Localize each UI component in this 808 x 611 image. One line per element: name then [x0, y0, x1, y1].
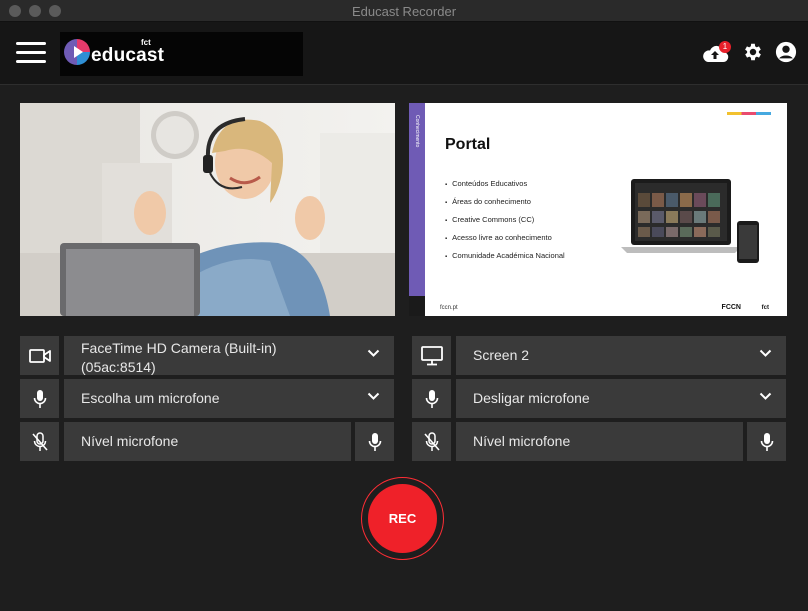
- chevron-down-icon: [759, 349, 772, 357]
- microphone-icon: [425, 389, 438, 408]
- screen-mic-level: Nível microfone: [456, 422, 743, 461]
- screen-mic-select[interactable]: Desligar microfone: [456, 379, 786, 418]
- slide-color-strip: [727, 112, 771, 115]
- slide-bullet: Comunidade Académica Nacional: [445, 251, 565, 269]
- slide-side-label: Conhecimento: [414, 115, 420, 148]
- screen-select[interactable]: Screen 2: [456, 336, 786, 375]
- logo: educast fct: [60, 32, 303, 76]
- slide-bullet: Conteúdos Educativos: [445, 179, 565, 197]
- window-title: Educast Recorder: [351, 4, 457, 19]
- slide-bullet: Acesso livre ao conhecimento: [445, 233, 565, 251]
- slide-brand-fct: fct: [761, 305, 769, 311]
- screen-preview: Conhecimento Portal Conteúdos Educativos…: [409, 103, 787, 316]
- microphone-icon: [368, 432, 381, 451]
- camera-mute-button[interactable]: [20, 422, 59, 461]
- slide-bullet: Áreas do conhecimento: [445, 197, 565, 215]
- chevron-down-icon: [367, 349, 380, 357]
- monitor-icon: [420, 345, 443, 365]
- microphone-off-icon: [423, 431, 440, 451]
- educast-logo-icon: [64, 39, 90, 65]
- screen-mute-button[interactable]: [412, 422, 451, 461]
- slide-footer-url: fccn.pt: [440, 305, 458, 311]
- camera-device-name: FaceTime HD Camera (Built-in): [81, 340, 277, 356]
- logo-fct: fct: [141, 38, 151, 47]
- account-icon[interactable]: [775, 41, 797, 63]
- slide-bullets: Conteúdos Educativos Áreas do conhecimen…: [445, 179, 565, 269]
- camera-source-button[interactable]: [20, 336, 59, 375]
- camera-mic-button[interactable]: [20, 379, 59, 418]
- window-titlebar: Educast Recorder: [0, 0, 808, 22]
- camera-mic-test-button[interactable]: [355, 422, 394, 461]
- record-button[interactable]: REC: [361, 477, 444, 560]
- screen-mic-test-button[interactable]: [747, 422, 786, 461]
- camera-mic-select[interactable]: Escolha um microfone: [64, 379, 394, 418]
- video-camera-icon: [28, 348, 51, 363]
- camera-device-id: (05ac:8514): [81, 359, 156, 375]
- camera-mic-label: Escolha um microfone: [81, 390, 220, 406]
- screen-mic-button[interactable]: [412, 379, 451, 418]
- screen-mic-label: Desligar microfone: [473, 390, 590, 406]
- gear-icon[interactable]: [742, 41, 764, 63]
- slide-brand: FCCN: [721, 304, 741, 311]
- camera-mic-level: Nível microfone: [64, 422, 351, 461]
- microphone-icon: [33, 389, 46, 408]
- slide-bullet: Creative Commons (CC): [445, 215, 565, 233]
- camera-feed-image: [20, 103, 395, 316]
- laptop-mockup-image: [621, 179, 759, 263]
- microphone-icon: [760, 432, 773, 451]
- menu-icon[interactable]: [16, 42, 46, 64]
- chevron-down-icon: [759, 392, 772, 400]
- slide-title: Portal: [445, 136, 491, 153]
- camera-preview: [20, 103, 395, 316]
- camera-mic-level-label: Nível microfone: [81, 433, 179, 449]
- screen-source-label: Screen 2: [473, 347, 530, 363]
- microphone-off-icon: [31, 431, 48, 451]
- screen-mic-level-label: Nível microfone: [473, 433, 571, 449]
- screen-source-button[interactable]: [412, 336, 451, 375]
- chevron-down-icon: [367, 392, 380, 400]
- slide-corner-mark: [409, 296, 425, 316]
- upload-count-badge: 1: [719, 41, 731, 53]
- camera-select[interactable]: FaceTime HD Camera (Built-in) (05ac:8514…: [64, 336, 394, 375]
- record-button-label: REC: [368, 484, 437, 553]
- logo-text: educast: [91, 45, 165, 66]
- app-header: educast fct 1: [0, 22, 808, 85]
